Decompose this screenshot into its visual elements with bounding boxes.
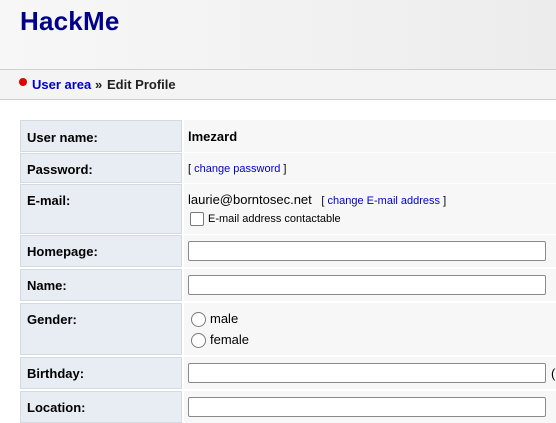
breadcrumb-current: Edit Profile — [107, 77, 176, 92]
bracket-open: [ — [188, 163, 192, 175]
birthday-row: Birthday: ( — [20, 357, 556, 389]
birthday-cell: ( — [184, 357, 556, 389]
homepage-cell — [184, 235, 556, 267]
email-value: laurie@borntosec.net — [188, 192, 312, 207]
username-label: User name: — [20, 120, 182, 152]
birthday-format-hint: ( — [551, 366, 556, 381]
site-header: HackMe — [0, 0, 556, 70]
bracket-close: ] — [283, 163, 287, 175]
homepage-input[interactable] — [188, 241, 546, 261]
breadcrumb-separator: » — [95, 77, 103, 92]
email-contactable-option: E-mail address contactable — [190, 212, 556, 226]
email-row: E-mail: laurie@borntosec.net [ change E-… — [20, 184, 556, 234]
bracket-close: ] — [443, 195, 447, 207]
username-row: User name: lmezard — [20, 120, 556, 152]
change-email-group: [ change E-mail address ] — [321, 195, 446, 207]
gender-option-female[interactable]: female — [191, 332, 556, 349]
gender-option-male[interactable]: male — [191, 311, 556, 332]
change-email-link[interactable]: change E-mail address — [328, 195, 441, 207]
location-input[interactable] — [188, 397, 546, 417]
password-row: Password: [ change password ] — [20, 153, 556, 183]
breadcrumb: User area » Edit Profile — [0, 70, 556, 100]
radio-female[interactable] — [191, 333, 206, 349]
radio-male[interactable] — [191, 312, 206, 328]
email-label: E-mail: — [20, 184, 182, 234]
homepage-label: Homepage: — [20, 235, 182, 267]
password-value: [ change password ] — [184, 153, 556, 183]
gender-female-label: female — [210, 332, 250, 347]
breadcrumb-user-area-link[interactable]: User area — [32, 77, 91, 92]
bullet-icon — [19, 78, 27, 86]
name-cell — [184, 269, 556, 301]
name-label: Name: — [20, 269, 182, 301]
username-value: lmezard — [184, 120, 556, 152]
birthday-label: Birthday: — [20, 357, 182, 389]
gender-label: Gender: — [20, 303, 182, 355]
gender-male-label: male — [210, 311, 239, 326]
gender-row: Gender: male female — [20, 303, 556, 355]
name-input[interactable] — [188, 275, 546, 295]
location-label: Location: — [20, 391, 182, 423]
email-cell: laurie@borntosec.net [ change E-mail add… — [184, 184, 556, 234]
email-contactable-checkbox[interactable] — [190, 212, 204, 226]
name-row: Name: — [20, 269, 556, 301]
birthday-input[interactable] — [188, 363, 546, 383]
bracket-open: [ — [321, 195, 325, 207]
site-logo[interactable]: HackMe — [20, 6, 119, 37]
gender-cell: male female — [184, 303, 556, 355]
change-password-link[interactable]: change password — [194, 163, 280, 175]
password-label: Password: — [20, 153, 182, 183]
location-row: Location: — [20, 391, 556, 423]
location-cell — [184, 391, 556, 423]
homepage-row: Homepage: — [20, 235, 556, 267]
email-contactable-label: E-mail address contactable — [208, 212, 341, 225]
